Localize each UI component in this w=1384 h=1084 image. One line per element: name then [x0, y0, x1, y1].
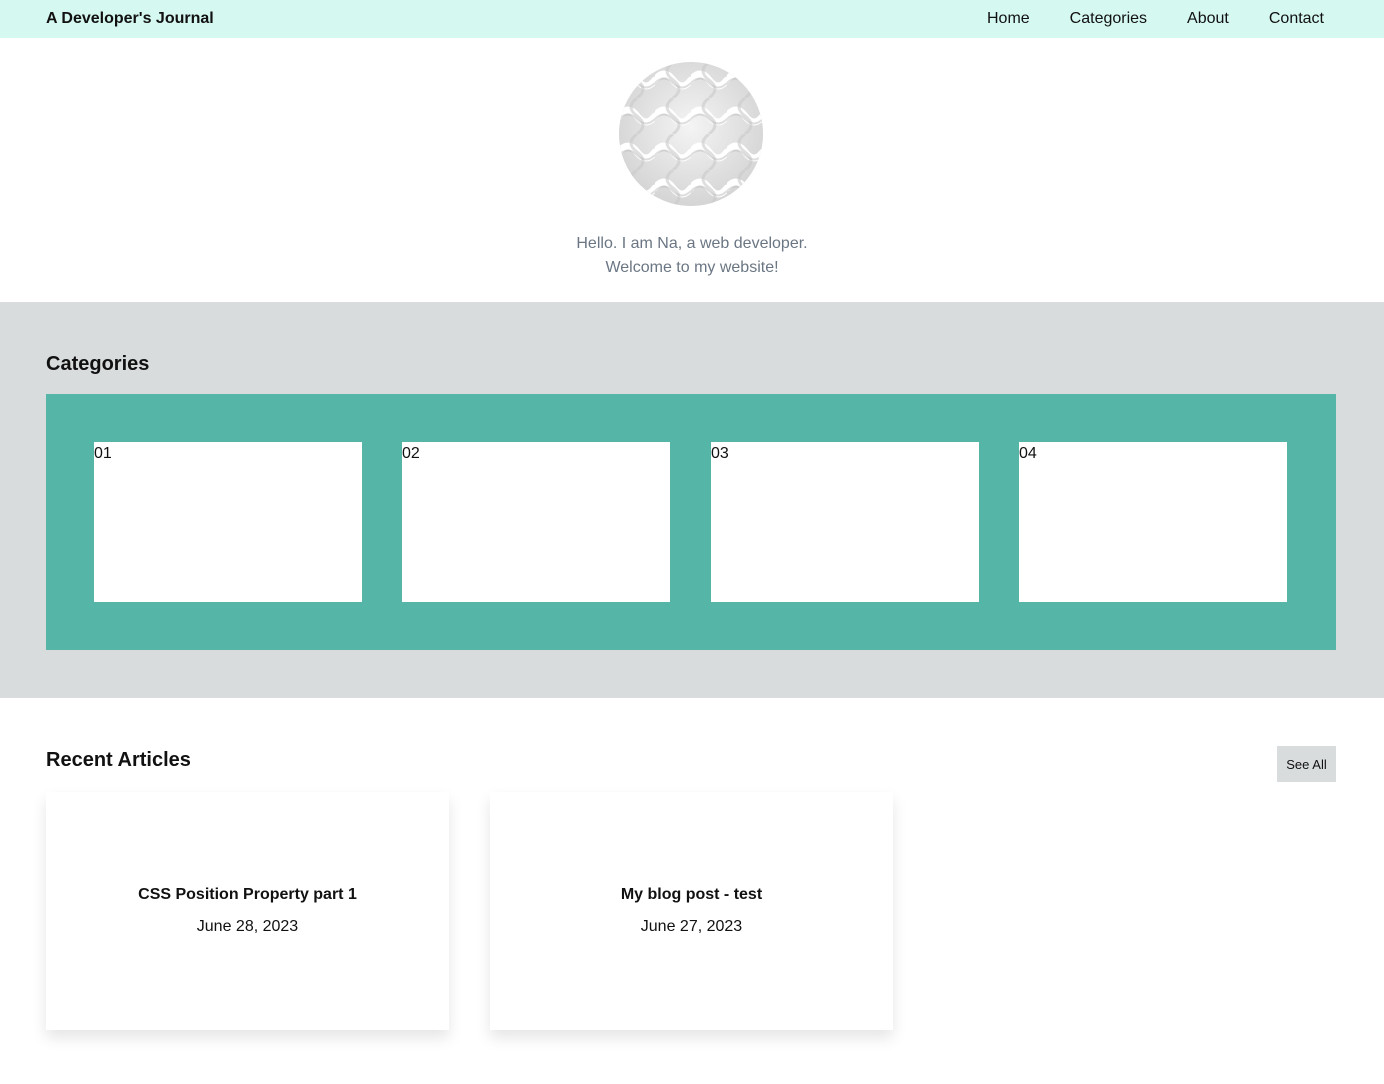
- categories-section: Categories 01 02 03 04: [0, 302, 1384, 698]
- hero-intro-line-1: Hello. I am Na, a web developer.: [576, 235, 808, 252]
- main-nav: Home Categories About Contact: [987, 10, 1324, 28]
- hero-intro-line-2: Welcome to my website!: [605, 259, 779, 276]
- article-card[interactable]: CSS Position Property part 1 June 28, 20…: [46, 792, 449, 1030]
- recent-articles-heading: Recent Articles: [46, 749, 191, 771]
- nav-link-contact[interactable]: Contact: [1269, 10, 1324, 28]
- top-navbar: A Developer's Journal Home Categories Ab…: [0, 0, 1384, 38]
- nav-link-home[interactable]: Home: [987, 10, 1030, 28]
- categories-heading: Categories: [46, 353, 150, 375]
- article-title[interactable]: My blog post - test: [490, 885, 893, 905]
- category-number: 04: [1019, 445, 1037, 462]
- category-card-04[interactable]: 04: [1019, 442, 1287, 602]
- article-date: June 27, 2023: [640, 918, 743, 935]
- category-card-03[interactable]: 03: [711, 442, 979, 602]
- profile-avatar: [619, 62, 763, 206]
- article-title[interactable]: CSS Position Property part 1: [46, 885, 449, 905]
- nav-link-about[interactable]: About: [1187, 10, 1229, 28]
- category-number: 01: [94, 445, 112, 462]
- article-date: June 28, 2023: [196, 918, 299, 935]
- nav-link-categories[interactable]: Categories: [1070, 10, 1147, 28]
- category-number: 02: [402, 445, 420, 462]
- category-card-02[interactable]: 02: [402, 442, 670, 602]
- site-brand[interactable]: A Developer's Journal: [46, 10, 214, 28]
- article-card[interactable]: My blog post - test June 27, 2023: [490, 792, 893, 1030]
- categories-panel: 01 02 03 04: [46, 394, 1336, 650]
- woven-pattern-avatar-icon: [619, 62, 763, 206]
- category-card-01[interactable]: 01: [94, 442, 362, 602]
- category-number: 03: [711, 445, 729, 462]
- see-all-button[interactable]: See All: [1277, 746, 1336, 782]
- hero-intro: Hello. I am Na, a web developer. Welcome…: [0, 232, 1384, 280]
